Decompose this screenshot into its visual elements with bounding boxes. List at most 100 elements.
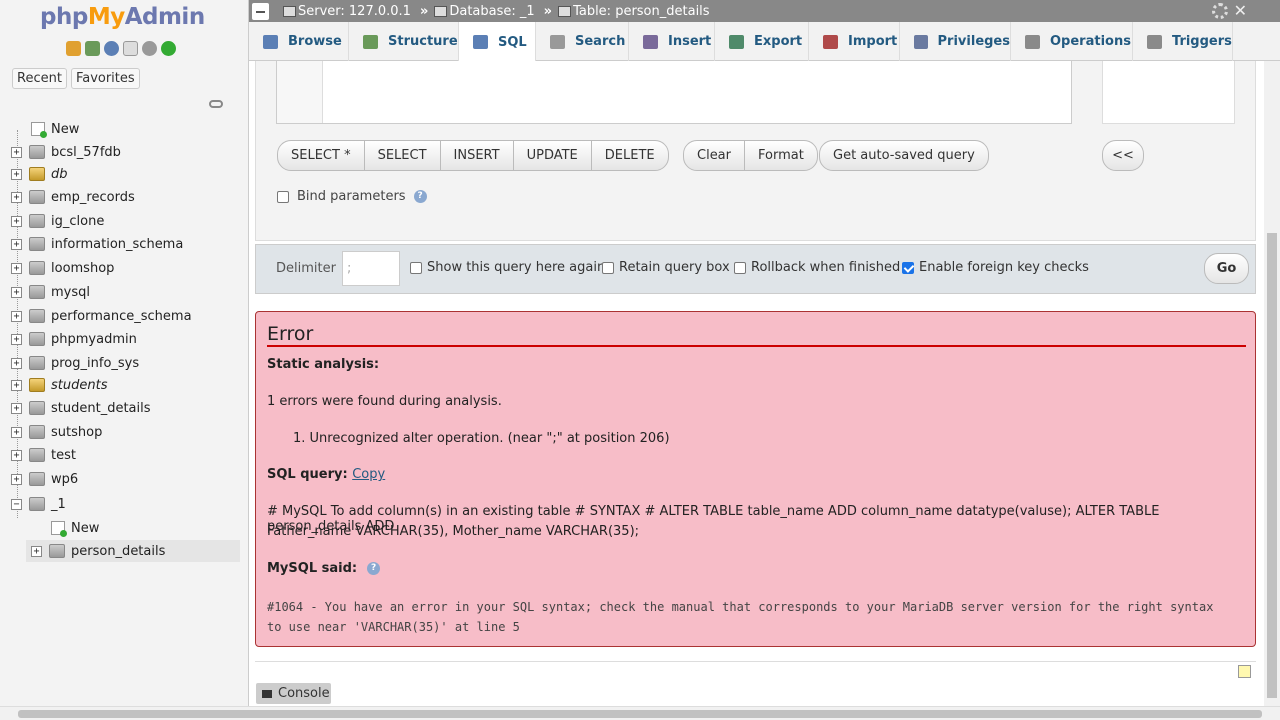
tree-item[interactable]: + prog_info_sys xyxy=(0,352,249,374)
tab-export[interactable]: Export xyxy=(715,22,809,61)
logout-icon[interactable] xyxy=(85,41,100,56)
select-button[interactable]: SELECT xyxy=(365,141,441,170)
update-button[interactable]: UPDATE xyxy=(514,141,592,170)
expand-toggle-icon[interactable]: + xyxy=(11,333,22,345)
expand-toggle-icon[interactable]: − xyxy=(11,498,22,510)
tree-item[interactable]: + sutshop xyxy=(0,421,249,443)
foreign-key-checkbox[interactable] xyxy=(902,261,914,274)
console-toggle[interactable]: Console xyxy=(256,683,331,704)
expand-toggle-icon[interactable]: + xyxy=(11,426,22,438)
navigation-panel: phpMyAdmin Recent Favorites New + bcsl_57f… xyxy=(0,0,249,706)
database-icon xyxy=(29,190,45,204)
tree-item[interactable]: + person_details xyxy=(26,540,240,562)
documentation-icon[interactable]: ? xyxy=(367,562,381,575)
expand-toggle-icon[interactable]: + xyxy=(11,146,22,158)
phpmyadmin-logo[interactable]: phpMyAdmin xyxy=(40,4,205,30)
sql-query-textarea[interactable] xyxy=(276,61,1072,124)
structure-icon xyxy=(363,34,378,49)
rollback-checkbox[interactable] xyxy=(734,261,746,274)
vertical-scrollbar[interactable] xyxy=(1264,61,1280,706)
tree-item[interactable]: New xyxy=(0,118,249,140)
console-label: Console xyxy=(278,686,330,701)
database-icon xyxy=(29,167,45,181)
docs-icon[interactable] xyxy=(123,41,138,56)
horizontal-scrollbar[interactable] xyxy=(0,706,1280,720)
help-icon[interactable] xyxy=(104,41,119,56)
expand-toggle-icon[interactable]: + xyxy=(11,262,22,274)
go-button[interactable]: Go xyxy=(1204,253,1249,284)
tab-browse[interactable]: Browse xyxy=(249,22,349,61)
select-star-button[interactable]: SELECT * xyxy=(278,141,365,170)
tree-item[interactable]: New xyxy=(0,517,249,539)
settings-icon[interactable] xyxy=(142,41,157,56)
server-icon xyxy=(283,5,296,17)
tree-item[interactable]: + db xyxy=(0,163,249,185)
retain-box-checkbox[interactable] xyxy=(602,261,614,274)
expand-toggle-icon[interactable]: + xyxy=(11,310,22,322)
help-icon[interactable]: ? xyxy=(413,190,427,203)
tree-item[interactable]: + phpmyadmin xyxy=(0,328,249,350)
gear-icon[interactable] xyxy=(1212,3,1228,19)
tree-item[interactable]: + bcsl_57fdb xyxy=(0,141,249,163)
tab-structure[interactable]: Structure xyxy=(349,22,459,61)
tree-item-label: phpmyadmin xyxy=(51,331,137,347)
collapse-columns-button[interactable]: << xyxy=(1112,141,1134,170)
delimiter-input[interactable]: ; xyxy=(342,251,400,286)
favorites-button[interactable]: Favorites xyxy=(70,68,140,89)
tab-triggers[interactable]: Triggers xyxy=(1133,22,1233,61)
show-query-checkbox[interactable] xyxy=(410,261,422,274)
expand-toggle-icon[interactable]: + xyxy=(11,215,22,227)
expand-toggle-icon[interactable]: + xyxy=(11,168,22,180)
bookmark-icon[interactable] xyxy=(1238,665,1251,678)
tab-privileges[interactable]: Privileges xyxy=(900,22,1011,61)
get-auto-saved-query-button[interactable]: Get auto-saved query xyxy=(820,141,988,170)
tab-insert[interactable]: Insert xyxy=(629,22,715,61)
tree-item[interactable]: + test xyxy=(0,444,249,466)
bind-parameters-checkbox[interactable] xyxy=(277,190,289,203)
tree-item[interactable]: + ig_clone xyxy=(0,210,249,232)
delete-button[interactable]: DELETE xyxy=(592,141,668,170)
expand-toggle-icon[interactable]: + xyxy=(11,357,22,369)
clear-button[interactable]: Clear xyxy=(684,141,745,170)
tree-item[interactable]: + information_schema xyxy=(0,233,249,255)
scrollbar-thumb[interactable] xyxy=(1267,233,1277,698)
expand-toggle-icon[interactable]: + xyxy=(11,191,22,203)
tree-item-label: New xyxy=(71,520,100,536)
format-button[interactable]: Format xyxy=(745,141,817,170)
expand-toggle-icon[interactable]: + xyxy=(11,449,22,461)
copy-link[interactable]: Copy xyxy=(352,467,385,482)
rollback-label: Rollback when finished xyxy=(751,260,901,275)
breadcrumb-server[interactable]: Server: 127.0.0.1 xyxy=(283,4,411,19)
tree-item[interactable]: + performance_schema xyxy=(0,305,249,327)
expand-toggle-icon[interactable]: + xyxy=(11,402,22,414)
scrollbar-thumb[interactable] xyxy=(18,710,1262,718)
tab-import[interactable]: Import xyxy=(809,22,900,61)
tree-item[interactable]: + loomshop xyxy=(0,257,249,279)
expand-toggle-icon[interactable]: + xyxy=(11,473,22,485)
tab-sql[interactable]: SQL xyxy=(459,22,536,62)
breadcrumb-server-label: Server: 127.0.0.1 xyxy=(298,3,411,19)
expand-toggle-icon[interactable]: + xyxy=(31,545,42,557)
tree-item[interactable]: + student_details xyxy=(0,397,249,419)
breadcrumb-database[interactable]: Database: _1 xyxy=(434,4,535,19)
tree-item[interactable]: − _1 xyxy=(0,493,249,515)
recent-button[interactable]: Recent xyxy=(12,68,67,89)
columns-list-select[interactable] xyxy=(1102,61,1235,124)
tree-item[interactable]: + wp6 xyxy=(0,468,249,490)
tab-operations[interactable]: Operations xyxy=(1011,22,1133,61)
tab-search[interactable]: Search xyxy=(536,22,629,61)
tree-item[interactable]: + students xyxy=(0,374,249,396)
insert-button[interactable]: INSERT xyxy=(441,141,514,170)
home-icon[interactable] xyxy=(66,41,81,56)
tab-label: Browse xyxy=(288,34,342,49)
tree-item[interactable]: + emp_records xyxy=(0,186,249,208)
expand-toggle-icon[interactable]: + xyxy=(11,238,22,250)
collapse-navigation-button[interactable] xyxy=(252,2,269,20)
expand-toggle-icon[interactable]: + xyxy=(11,379,22,391)
breadcrumb-table[interactable]: Table: person_details xyxy=(558,4,710,19)
expand-toggle-icon[interactable]: + xyxy=(11,286,22,298)
reload-icon[interactable] xyxy=(161,41,176,56)
tree-item[interactable]: + mysql xyxy=(0,281,249,303)
close-icon[interactable]: ✕ xyxy=(1234,1,1247,20)
link-with-main-panel-icon[interactable] xyxy=(209,100,223,108)
